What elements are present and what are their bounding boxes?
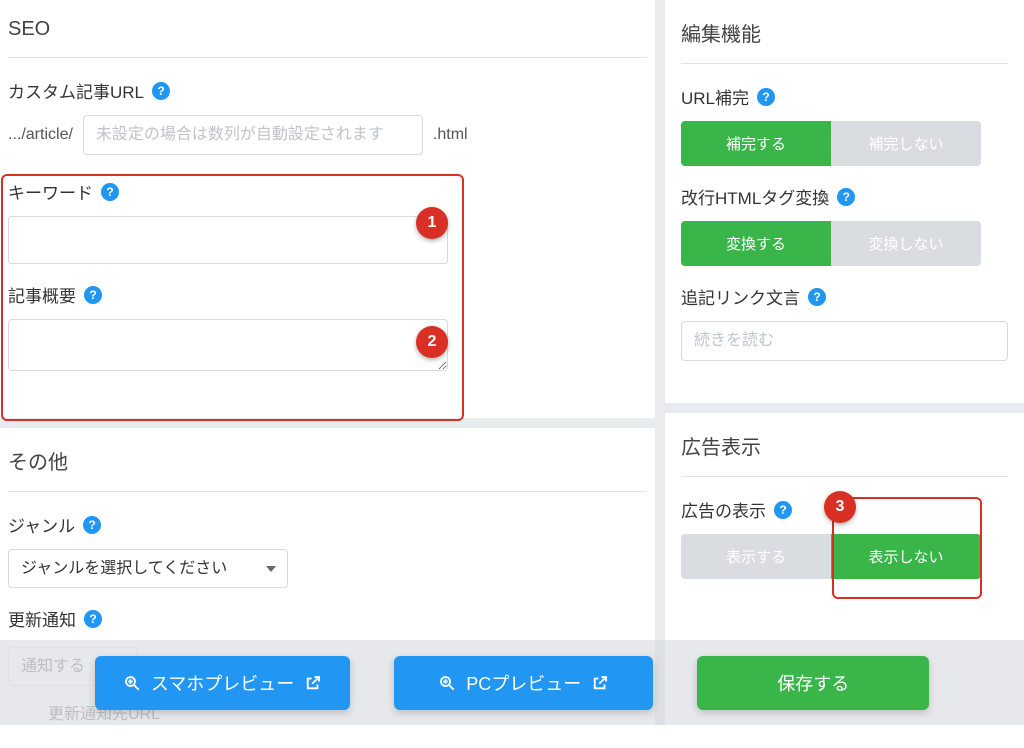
seo-panel: SEO カスタム記事URL ? .../article/ .html キーワード… bbox=[0, 0, 655, 418]
zoom-in-icon bbox=[438, 674, 456, 692]
help-icon[interactable]: ? bbox=[84, 286, 102, 304]
update-notify-field: 更新通知 ? bbox=[8, 606, 647, 631]
html-convert-segment: 変換する 変換しない bbox=[681, 221, 981, 266]
pc-preview-label: PCプレビュー bbox=[466, 670, 581, 696]
help-icon[interactable]: ? bbox=[808, 288, 826, 306]
external-link-icon bbox=[304, 674, 322, 692]
url-prefix: .../article/ bbox=[8, 126, 73, 144]
genre-label: ジャンル bbox=[8, 512, 75, 537]
help-icon[interactable]: ? bbox=[152, 82, 170, 100]
ads-display-off[interactable]: 表示しない bbox=[831, 534, 981, 579]
append-link-input[interactable] bbox=[681, 321, 1008, 361]
custom-url-field: カスタム記事URL ? .../article/ .html bbox=[8, 78, 647, 155]
ads-title: 広告表示 bbox=[681, 431, 1008, 477]
callout-2: 2 bbox=[416, 326, 448, 358]
mobile-preview-button[interactable]: スマホプレビュー bbox=[95, 656, 350, 710]
help-icon[interactable]: ? bbox=[757, 88, 775, 106]
genre-field: ジャンル ? ジャンルを選択してください bbox=[8, 512, 647, 588]
url-suffix: .html bbox=[433, 126, 468, 144]
help-icon[interactable]: ? bbox=[837, 188, 855, 206]
other-title: その他 bbox=[8, 446, 647, 492]
help-icon[interactable]: ? bbox=[101, 183, 119, 201]
genre-select[interactable]: ジャンルを選択してください bbox=[8, 549, 288, 588]
callout-1: 1 bbox=[416, 207, 448, 239]
update-notify-label: 更新通知 bbox=[8, 606, 76, 631]
url-complete-field: URL補完 ? 補完する 補完しない bbox=[681, 84, 1008, 166]
mobile-preview-label: スマホプレビュー bbox=[151, 670, 294, 696]
html-convert-field: 改行HTMLタグ変換 ? 変換する 変換しない bbox=[681, 184, 1008, 266]
keyword-label: キーワード bbox=[8, 179, 93, 204]
zoom-in-icon bbox=[123, 674, 141, 692]
url-complete-off[interactable]: 補完しない bbox=[831, 121, 981, 166]
column-divider bbox=[655, 0, 665, 725]
ads-display-on[interactable]: 表示する bbox=[681, 534, 831, 579]
help-icon[interactable]: ? bbox=[84, 610, 102, 628]
keyword-field: キーワード ? bbox=[8, 179, 647, 264]
keyword-input[interactable] bbox=[8, 216, 448, 264]
custom-url-input[interactable] bbox=[83, 115, 423, 155]
pc-preview-button[interactable]: PCプレビュー bbox=[394, 656, 653, 710]
action-bar: スマホプレビュー PCプレビュー 保存する bbox=[0, 640, 1024, 725]
help-icon[interactable]: ? bbox=[83, 516, 101, 534]
ads-display-segment: 表示する 表示しない bbox=[681, 534, 981, 579]
edit-panel: 編集機能 URL補完 ? 補完する 補完しない 改行HTMLタグ変換 ? 変換す… bbox=[665, 0, 1024, 403]
callout-3: 3 bbox=[824, 491, 856, 523]
save-button[interactable]: 保存する bbox=[697, 656, 929, 710]
append-link-field: 追記リンク文言 ? bbox=[681, 284, 1008, 361]
html-convert-on[interactable]: 変換する bbox=[681, 221, 831, 266]
summary-field: 記事概要 ? bbox=[8, 282, 647, 376]
help-icon[interactable]: ? bbox=[774, 501, 792, 519]
url-complete-label: URL補完 bbox=[681, 84, 749, 109]
seo-title: SEO bbox=[8, 18, 647, 58]
save-label: 保存する bbox=[777, 670, 849, 696]
summary-textarea[interactable] bbox=[8, 319, 448, 371]
edit-title: 編集機能 bbox=[681, 18, 1008, 64]
html-convert-label: 改行HTMLタグ変換 bbox=[681, 184, 829, 209]
url-complete-segment: 補完する 補完しない bbox=[681, 121, 981, 166]
external-link-icon bbox=[591, 674, 609, 692]
html-convert-off[interactable]: 変換しない bbox=[831, 221, 981, 266]
custom-url-label: カスタム記事URL bbox=[8, 78, 144, 103]
summary-label: 記事概要 bbox=[8, 282, 76, 307]
url-complete-on[interactable]: 補完する bbox=[681, 121, 831, 166]
ads-display-label: 広告の表示 bbox=[681, 497, 766, 522]
append-link-label: 追記リンク文言 bbox=[681, 284, 800, 309]
